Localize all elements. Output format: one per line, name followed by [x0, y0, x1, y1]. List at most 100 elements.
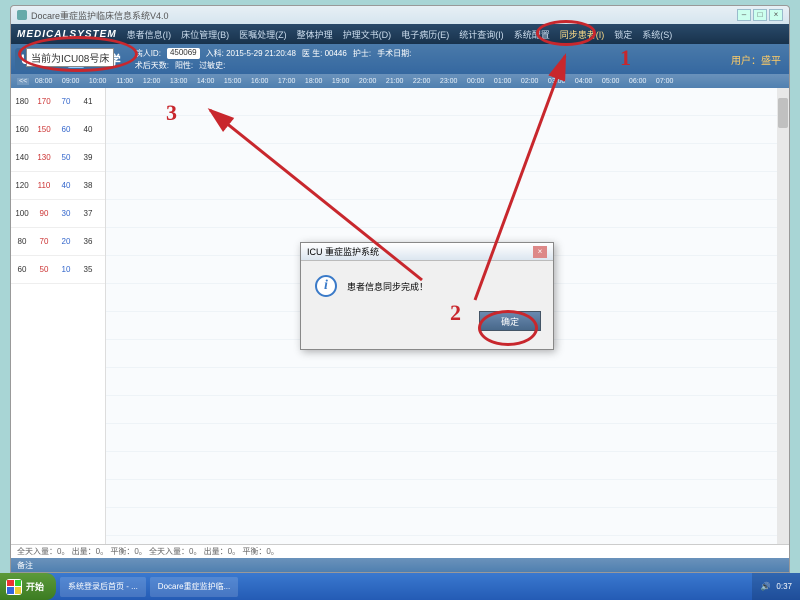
menu-orders[interactable]: 医嘱处理(Z) [239, 28, 287, 41]
start-button[interactable]: 开始 [0, 573, 56, 600]
timeline-hour[interactable]: 18:00 [301, 78, 326, 85]
footer-label: 备注 [17, 560, 33, 571]
scale-cell: 130 [33, 153, 55, 162]
scale-cell: 180 [11, 97, 33, 106]
timeline-hour[interactable]: 23:00 [436, 78, 461, 85]
current-bed-overlay: 当前为ICU08号床 [26, 48, 114, 67]
timeline-hour[interactable]: 15:00 [220, 78, 245, 85]
timeline-hour[interactable]: 07:00 [652, 78, 677, 85]
timeline-hour[interactable]: 16:00 [247, 78, 272, 85]
timeline-hour[interactable]: 02:00 [517, 78, 542, 85]
scale-cell: 100 [11, 209, 33, 218]
timeline-hour[interactable]: 06:00 [625, 78, 650, 85]
label-op-date: 手术日期: [377, 48, 411, 59]
timeline-prev[interactable]: << [17, 78, 29, 85]
label-admit: 入科: 2015-5-29 21:20:48 [206, 48, 296, 59]
timeline-hour[interactable]: 05:00 [598, 78, 623, 85]
value-patient-id: 450069 [167, 48, 200, 59]
tray-clock: 0:37 [776, 582, 792, 591]
taskbar-item[interactable]: Docare重症监护临... [150, 577, 238, 597]
menu-nursing-doc[interactable]: 护理文书(D) [343, 28, 392, 41]
scale-cell: 120 [11, 181, 33, 190]
timeline-hour[interactable]: 22:00 [409, 78, 434, 85]
info-icon: i [315, 275, 337, 297]
scale-cell: 170 [33, 97, 55, 106]
menu-patient-info[interactable]: 患者信息(I) [127, 28, 172, 41]
timeline-hour[interactable]: 19:00 [328, 78, 353, 85]
timeline-hour[interactable]: 09:00 [58, 78, 83, 85]
scale-cell: 37 [77, 209, 99, 218]
label-nurse: 护士: [353, 48, 371, 59]
scale-cell: 80 [11, 237, 33, 246]
timeline-hour[interactable]: 08:00 [31, 78, 56, 85]
patient-infobar: U08 床 周X学 病人ID: 450069 入科: 2015-5-29 21:… [11, 44, 789, 74]
label-allergy: 过敏史: [199, 60, 225, 71]
scale-cell: 50 [33, 265, 55, 274]
scale-cell: 35 [77, 265, 99, 274]
scale-cell: 70 [55, 97, 77, 106]
menu-nursing[interactable]: 整体护理 [297, 28, 333, 41]
vertical-scrollbar[interactable] [777, 88, 789, 544]
timeline-hour[interactable]: 01:00 [490, 78, 515, 85]
menu-bed-mgmt[interactable]: 床位管理(B) [181, 28, 229, 41]
timeline-hour[interactable]: 21:00 [382, 78, 407, 85]
label-positive: 阳性: [175, 60, 193, 71]
dialog-title: ICU 重症监护系统 [307, 245, 379, 258]
dialog-message: 患者信息同步完成！ [347, 280, 428, 293]
dialog-ok-button[interactable]: 确定 [479, 311, 541, 331]
timeline-hour[interactable]: 20:00 [355, 78, 380, 85]
scale-cell: 36 [77, 237, 99, 246]
label-doctor: 医 生: 00446 [302, 48, 347, 59]
dialog-close-button[interactable]: × [533, 246, 547, 258]
current-user: 用户：盛平 [731, 52, 781, 67]
vitals-scale: 1801707041 1601506040 1401305039 1201104… [11, 88, 106, 544]
timeline-hour[interactable]: 00:00 [463, 78, 488, 85]
windows-icon [6, 579, 22, 595]
scale-cell: 150 [33, 125, 55, 134]
app-icon [17, 10, 27, 20]
logo: MEDICALSYSTEM [17, 29, 117, 40]
close-button[interactable]: × [769, 9, 783, 21]
timeline-hour[interactable]: 14:00 [193, 78, 218, 85]
dialog-titlebar: ICU 重症监护系统 × [301, 243, 553, 261]
taskbar-item[interactable]: 系统登录后首页 - ... [60, 577, 146, 597]
scale-cell: 40 [77, 125, 99, 134]
scale-cell: 60 [11, 265, 33, 274]
menu-emr[interactable]: 电子病历(E) [401, 28, 449, 41]
timeline-hour[interactable]: 17:00 [274, 78, 299, 85]
menu-lock[interactable]: 锁定 [614, 28, 632, 41]
timeline-hour[interactable]: 10:00 [85, 78, 110, 85]
scale-cell: 10 [55, 265, 77, 274]
menu-sync-patient[interactable]: 同步患者(I) [560, 28, 605, 41]
menu-config[interactable]: 系统配置 [514, 28, 550, 41]
summary-bar: 全天入量：0。 出量：0。 平衡：0。 全天入量：0。 出量：0。 平衡：0。 [11, 544, 789, 558]
tray-icon[interactable]: 🔊 [760, 582, 770, 591]
timeline-hour[interactable]: 12:00 [139, 78, 164, 85]
menu-stats[interactable]: 统计查询(I) [459, 28, 504, 41]
scale-cell: 30 [55, 209, 77, 218]
window-title: Docare重症监护临床信息系统V4.0 [31, 9, 169, 22]
system-tray[interactable]: 🔊 0:37 [752, 573, 800, 600]
timeline: << 08:00 09:00 10:00 11:00 12:00 13:00 1… [11, 74, 789, 88]
menu-system[interactable]: 系统(S) [642, 28, 672, 41]
scale-cell: 110 [33, 181, 55, 190]
scale-cell: 90 [33, 209, 55, 218]
scale-cell: 160 [11, 125, 33, 134]
taskbar-item-label: Docare重症监护临... [158, 581, 230, 592]
titlebar: Docare重症监护临床信息系统V4.0 – □ × [11, 6, 789, 24]
timeline-hour[interactable]: 04:00 [571, 78, 596, 85]
scale-cell: 60 [55, 125, 77, 134]
footer-bar: 备注 [11, 558, 789, 572]
timeline-hour[interactable]: 11:00 [112, 78, 137, 85]
start-label: 开始 [26, 580, 44, 593]
timeline-hour[interactable]: 13:00 [166, 78, 191, 85]
menubar: MEDICALSYSTEM 患者信息(I) 床位管理(B) 医嘱处理(Z) 整体… [11, 24, 789, 44]
scrollbar-thumb[interactable] [778, 98, 788, 128]
maximize-button[interactable]: □ [753, 9, 767, 21]
label-postop: 术后天数: [135, 60, 169, 71]
sync-dialog: ICU 重症监护系统 × i 患者信息同步完成！ 确定 [300, 242, 554, 350]
timeline-hour[interactable]: 03:00 [544, 78, 569, 85]
minimize-button[interactable]: – [737, 9, 751, 21]
scale-cell: 38 [77, 181, 99, 190]
scale-cell: 50 [55, 153, 77, 162]
